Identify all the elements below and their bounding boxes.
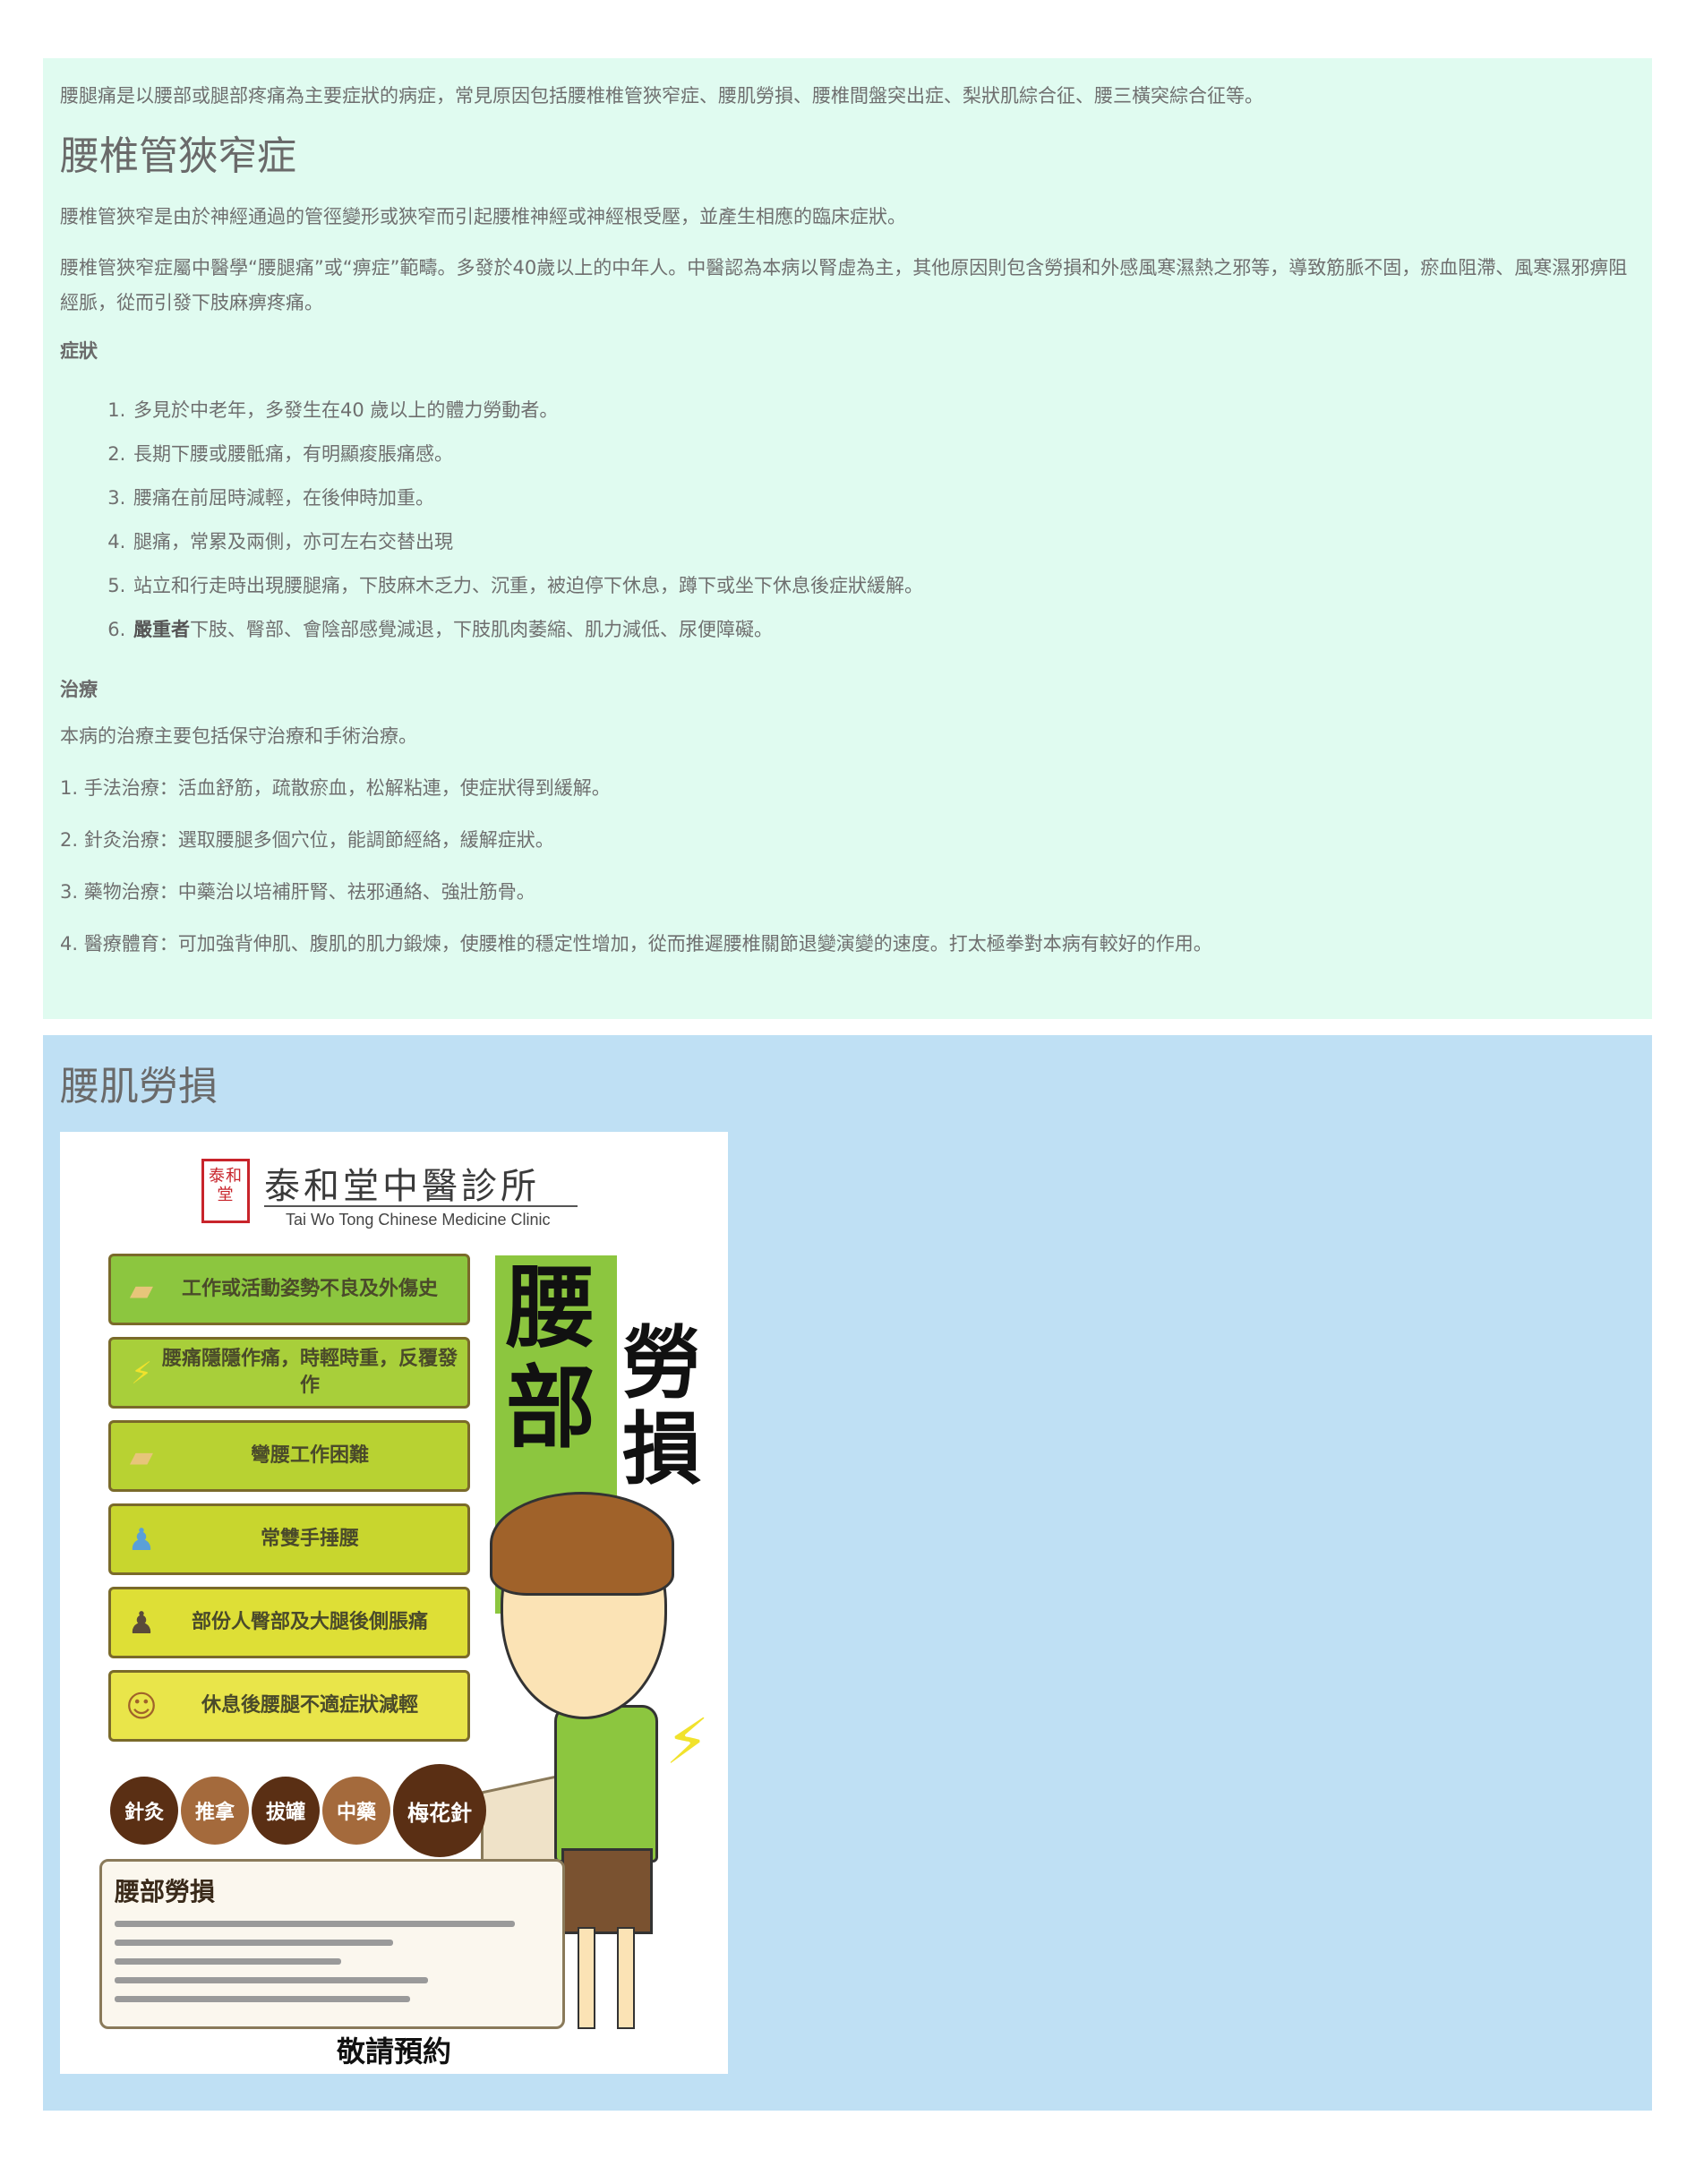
description-text-line — [115, 1921, 516, 1927]
list-item: 腰痛在前屈時減輕，在後伸時加重。 — [132, 476, 1635, 520]
treatment-badge: 中藥 — [322, 1777, 390, 1845]
tcm-paragraph: 腰椎管狹窄症屬中醫學“腰腿痛”或“痹症”範疇。多發於40歲以上的中年人。中醫認為… — [60, 257, 1628, 313]
treatment-heading: 治療 — [60, 679, 98, 700]
poster-title-part2: 勞損 — [622, 1316, 702, 1495]
person-icon: ♟ — [127, 1522, 156, 1558]
lumbar-stenosis-section: 腰腿痛是以腰部或腿部疼痛為主要症狀的病症，常見原因包括腰椎椎管狹窄症、腰肌勞損、… — [43, 58, 1652, 1019]
intro-paragraph: 腰腿痛是以腰部或腿部疼痛為主要症狀的病症，常見原因包括腰椎椎管狹窄症、腰肌勞損、… — [60, 85, 1263, 107]
list-item: 站立和行走時出現腰腿痛，下肢麻木乏力、沉重，被迫停下休息，蹲下或坐下休息後症狀緩… — [132, 564, 1635, 608]
lumbar-strain-poster: 泰和堂 泰和堂中醫診所 Tai Wo Tong Chinese Medicine… — [60, 1132, 728, 2074]
box-icon: ▰ — [129, 1439, 154, 1475]
cartoon-man-leg — [617, 1927, 635, 2029]
list-item: 嚴重者下肢、臀部、會陰部感覺減退，下肢肌肉萎縮、肌力減低、尿便障礙。 — [132, 608, 1635, 652]
treatment-badge: 梅花針 — [393, 1764, 486, 1857]
box-icon: ▰ — [129, 1272, 154, 1308]
description-text-line — [115, 1940, 394, 1946]
description-text-line — [115, 1996, 411, 2002]
treatment-item: 4. 醫療體育：可加強背伸肌、腹肌的肌力鍛煉，使腰椎的穩定性增加，從而推遲腰椎關… — [60, 933, 1212, 955]
treatment-item: 3. 藥物治療：中藥治以培補肝腎、祛邪通絡、強壯筋骨。 — [60, 881, 535, 903]
symptom-box: ▰ 工作或活動姿勢不良及外傷史 — [108, 1254, 470, 1325]
person-icon: ♟ — [127, 1606, 156, 1641]
list-item: 腿痛，常累及兩側，亦可左右交替出現 — [132, 520, 1635, 564]
symptom-box: ☺ 休息後腰腿不適症狀減輕 — [108, 1670, 470, 1742]
divider — [264, 1205, 578, 1207]
symptom-box: ♟ 部份人臀部及大腿後側脹痛 — [108, 1587, 470, 1658]
treatment-item: 1. 手法治療：活血舒筋，疏散瘀血，松解粘連，使症狀得到緩解。 — [60, 777, 611, 799]
severe-text: 下肢、臀部、會陰部感覺減退，下肢肌肉萎縮、肌力減低、尿便障礙。 — [190, 619, 773, 640]
treatment-intro: 本病的治療主要包括保守治療和手術治療。 — [60, 725, 417, 747]
lumbar-strain-section: 腰肌勞損 泰和堂 泰和堂中醫診所 Tai Wo Tong Chinese Med… — [43, 1035, 1652, 2111]
treatment-circles: 針灸 推拿 拔罐 中藥 梅花針 — [110, 1764, 489, 1857]
list-item: 長期下腰或腰骶痛，有明顯痠脹痛感。 — [132, 433, 1635, 476]
cartoon-man-leg — [578, 1927, 595, 2029]
section-title: 腰肌勞損 — [60, 1064, 218, 1109]
cartoon-man-body — [554, 1705, 658, 1863]
symptoms-heading: 症狀 — [60, 340, 98, 362]
treatment-item: 2. 針灸治療：選取腰腿多個穴位，能調節經絡，緩解症狀。 — [60, 829, 554, 851]
description-panel: 腰部勞損 — [99, 1859, 565, 2029]
clinic-name-cn: 泰和堂中醫診所 — [264, 1166, 540, 1207]
symptom-box: ♟ 常雙手捶腰 — [108, 1503, 470, 1575]
section-title: 腰椎管狹窄症 — [60, 133, 296, 179]
severe-label: 嚴重者 — [133, 619, 190, 640]
symptoms-list: 多見於中老年，多發生在40 歲以上的體力勞動者。 長期下腰或腰骶痛，有明顯痠脹痛… — [60, 389, 1635, 652]
symptom-boxes: ▰ 工作或活動姿勢不良及外傷史 ⚡ 腰痛隱隱作痛，時輕時重，反覆發作 ▰ 彎腰工… — [108, 1254, 470, 1753]
definition-paragraph: 腰椎管狹窄是由於神經通過的管徑變形或狹窄而引起腰椎神經或神經根受壓，並產生相應的… — [60, 206, 906, 227]
clinic-seal-logo: 泰和堂 — [201, 1159, 250, 1223]
treatment-badge: 針灸 — [110, 1777, 178, 1845]
pain-lightning-icon: ⚡ — [665, 1705, 710, 1778]
lightning-icon: ⚡ — [131, 1356, 152, 1392]
treatment-badge: 推拿 — [181, 1777, 249, 1845]
symptom-box: ⚡ 腰痛隱隱作痛，時輕時重，反覆發作 — [108, 1337, 470, 1409]
description-text-line — [115, 1977, 428, 1983]
cartoon-man-hair — [490, 1492, 674, 1596]
description-title: 腰部勞損 — [115, 1877, 216, 1906]
symptom-box: ▰ 彎腰工作困難 — [108, 1420, 470, 1492]
treatment-badge: 拔罐 — [252, 1777, 320, 1845]
reservation-note: 敬請預約 — [336, 2034, 451, 2068]
clinic-name-en: Tai Wo Tong Chinese Medicine Clinic — [286, 1211, 551, 1229]
face-icon: ☺ — [125, 1689, 158, 1725]
poster-title-part1: 腰部 — [506, 1255, 595, 1460]
description-text-line — [115, 1958, 341, 1965]
cartoon-man-pants — [561, 1848, 653, 1934]
list-item: 多見於中老年，多發生在40 歲以上的體力勞動者。 — [132, 389, 1635, 433]
